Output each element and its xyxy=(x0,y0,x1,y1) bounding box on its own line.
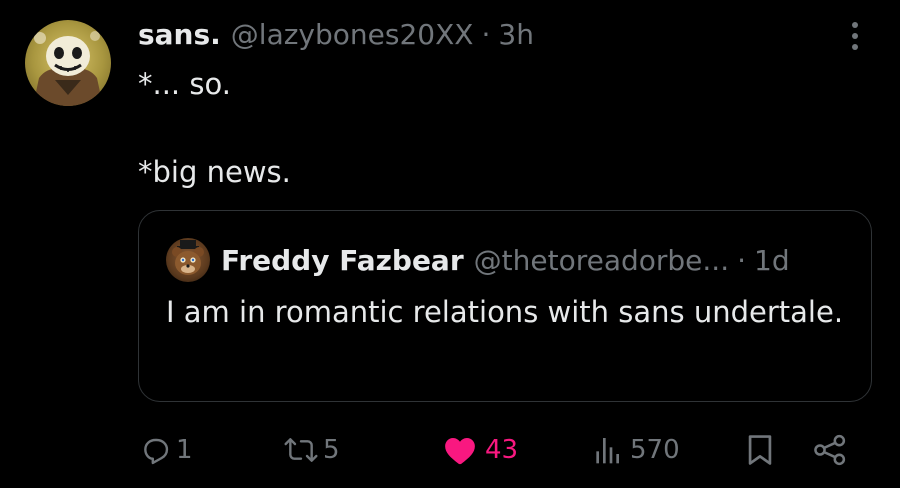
quote-header: Freddy Fazbear @thetoreadorbe... · 1d xyxy=(221,237,790,283)
views-count: 570 xyxy=(630,435,680,465)
repost-icon xyxy=(284,438,318,462)
header-separator: · xyxy=(481,17,491,51)
views-button[interactable]: 570 xyxy=(592,425,680,475)
action-bar: 1 5 43 570 xyxy=(0,425,900,475)
tweet-text-line: *big news. xyxy=(138,155,291,189)
bookmark-icon xyxy=(748,435,772,465)
tweet-timestamp[interactable]: 3h xyxy=(498,18,534,51)
tweet-text: *... so. *big news. xyxy=(138,62,838,194)
reply-icon xyxy=(144,438,169,465)
like-button[interactable]: 43 xyxy=(443,425,518,475)
share-icon xyxy=(814,434,846,466)
tweet-header: sans. @lazybones20XX · 3h xyxy=(138,12,534,56)
tweet-text-line: *... so. xyxy=(138,67,231,101)
reply-count: 1 xyxy=(176,435,193,465)
heart-icon xyxy=(445,437,475,465)
quote-separator: · xyxy=(737,243,747,277)
quote-author-avatar[interactable] xyxy=(166,238,210,282)
quote-author-handle[interactable]: @thetoreadorbe... xyxy=(474,244,729,277)
share-button[interactable] xyxy=(812,425,848,475)
author-handle[interactable]: @lazybones20XX xyxy=(231,18,474,51)
tweet[interactable]: sans. @lazybones20XX · 3h *... so. *big … xyxy=(0,0,900,488)
author-display-name[interactable]: sans. xyxy=(138,18,221,51)
quoted-tweet[interactable]: Freddy Fazbear @thetoreadorbe... · 1d I … xyxy=(138,210,872,402)
bookmark-button[interactable] xyxy=(745,425,775,475)
quote-text: I am in romantic relations with sans und… xyxy=(166,295,844,329)
skull-avatar-image xyxy=(33,31,103,106)
quote-author-name[interactable]: Freddy Fazbear xyxy=(221,244,464,277)
author-avatar[interactable] xyxy=(25,20,111,106)
repost-button[interactable]: 5 xyxy=(283,425,340,475)
views-icon xyxy=(596,438,619,464)
quote-timestamp[interactable]: 1d xyxy=(754,244,790,277)
more-options-button[interactable] xyxy=(842,18,868,54)
more-icon xyxy=(852,22,858,50)
like-count: 43 xyxy=(485,435,519,465)
repost-count: 5 xyxy=(323,435,340,465)
reply-button[interactable]: 1 xyxy=(140,425,193,475)
bear-avatar-image xyxy=(172,240,204,275)
